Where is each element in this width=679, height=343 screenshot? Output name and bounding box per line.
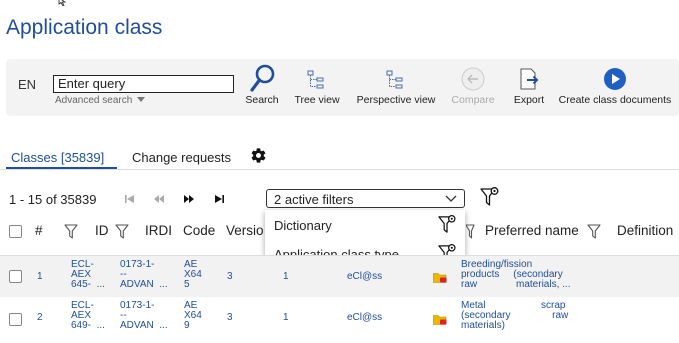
folder-icon[interactable] [433,272,447,283]
create-class-documents-label: Create class documents [558,94,672,106]
column-header-version[interactable]: Versio [226,223,264,238]
column-header-number[interactable]: # [35,223,43,238]
row-id[interactable]: ECL- AEX 645- ... [71,260,105,290]
tab-change-requests[interactable]: Change requests [132,150,231,165]
export-icon [520,68,539,90]
row-source: eCl@ss [347,312,383,323]
active-tab-indicator [6,167,117,169]
row-version: 3 [227,312,233,323]
row-number: 1 [37,271,43,282]
column-header-definition[interactable]: Definition [617,223,673,238]
row-preferred-name[interactable]: Breeding/fission products (secondary raw… [461,260,570,290]
page-title: Application class [6,16,163,39]
select-all-checkbox[interactable] [9,225,22,238]
row-revision: 1 [283,312,289,323]
filter-settings-icon[interactable] [480,186,500,208]
chevron-down-icon [445,195,457,202]
tabs-divider [0,169,679,170]
row-version: 3 [227,271,233,282]
advanced-search-label: Advanced search [55,95,133,106]
active-filters-value: 2 active filters [274,192,354,207]
search-button-label: Search [245,94,279,106]
next-page-icon[interactable] [183,194,195,204]
search-input[interactable]: Enter query [53,75,234,93]
perspective-view-button[interactable]: Perspective view [353,64,439,106]
compare-label: Compare [451,94,495,106]
advanced-search-toggle[interactable]: Advanced search [55,95,146,106]
column-header-id[interactable]: ID [95,223,109,238]
language-selector[interactable]: EN [18,77,36,92]
caret-down-icon [137,97,146,102]
filter-option-dictionary[interactable]: Dictionary [274,218,332,233]
active-filters-select[interactable]: 2 active filters [266,189,465,208]
row-number: 2 [37,312,43,323]
play-circle-icon [604,68,626,90]
previous-page-icon[interactable] [153,194,165,204]
filter-settings-icon[interactable] [438,214,457,235]
tab-classes[interactable]: Classes [35839] [11,150,104,165]
column-header-preferred-name[interactable]: Preferred name [485,223,579,238]
row-checkbox[interactable] [9,313,22,326]
column-header-code[interactable]: Code [183,223,215,238]
row-checkbox[interactable] [9,270,22,283]
filter-icon[interactable] [587,224,601,239]
row-id[interactable]: ECL- AEX 649- ... [71,301,105,331]
export-label: Export [513,94,545,106]
compare-icon [461,67,485,91]
magnifier-icon [250,64,275,92]
search-button[interactable]: Search [242,64,282,106]
column-header-irdi[interactable]: IRDI [145,223,172,238]
row-preferred-name[interactable]: Metal scrap (secondary raw materials) [461,301,568,331]
row-code[interactable]: AE X64 5 [184,260,202,290]
row-revision: 1 [283,271,289,282]
filter-icon[interactable] [115,224,129,239]
tree-view-icon [307,70,324,89]
mouse-cursor-icon [58,0,67,6]
filter-icon[interactable] [64,224,78,239]
tree-view-button[interactable]: Tree view [290,64,344,106]
filter-icon[interactable] [466,224,475,239]
export-button[interactable]: Export [510,64,548,106]
perspective-view-label: Perspective view [356,94,436,106]
row-code[interactable]: AE X64 9 [184,301,202,331]
pagination-range: 1 - 15 of 35839 [9,192,97,207]
create-class-documents-button[interactable]: Create class documents [555,64,675,106]
row-source: eCl@ss [347,271,383,282]
tree-view-label: Tree view [294,94,340,106]
gear-icon[interactable] [250,147,267,164]
last-page-icon[interactable] [214,194,225,204]
compare-button[interactable]: Compare [449,64,497,106]
perspective-tree-icon [386,70,403,89]
row-irdi[interactable]: 0173-1- -- ADVAN ... [120,260,168,290]
folder-icon[interactable] [433,314,447,325]
first-page-icon[interactable] [124,194,135,204]
row-irdi[interactable]: 0173-1- -- ADVAN ... [120,301,168,331]
